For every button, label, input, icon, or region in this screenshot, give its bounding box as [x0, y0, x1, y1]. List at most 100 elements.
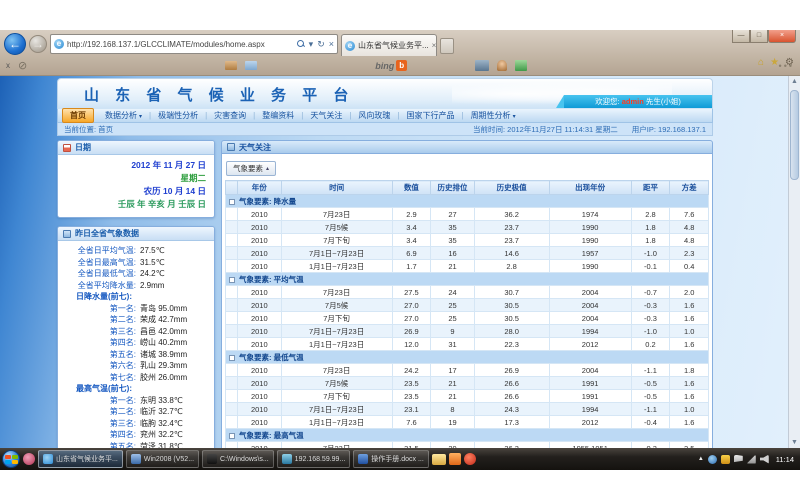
media-player-icon[interactable] [23, 453, 35, 465]
home-icon[interactable]: ⌂ [758, 57, 764, 68]
nav-item-2[interactable]: 极端性分析 [151, 109, 205, 122]
nav-item-5[interactable]: 天气关注 [303, 109, 349, 122]
back-button[interactable]: ← [4, 33, 26, 55]
show-hidden-icons[interactable]: ▲ [698, 456, 704, 462]
search-icon[interactable] [297, 40, 305, 48]
explorer-folder-icon[interactable] [432, 454, 446, 465]
address-bar[interactable]: e http://192.168.137.1/GLCCLIMATE/module… [50, 34, 338, 54]
autocomplete-caret-icon[interactable]: ▾ [309, 39, 314, 50]
toolbar-close-icon[interactable]: x [6, 61, 10, 70]
table-cell: 2010 [238, 247, 281, 260]
network-icon[interactable] [747, 455, 756, 464]
table-cell: 23.7 [474, 221, 549, 234]
table-cell: 1991 [549, 377, 631, 390]
vertical-scrollbar[interactable]: ▲ ▼ [788, 76, 800, 448]
table-checkbox-column [226, 181, 238, 195]
table-cell: 30.5 [474, 299, 549, 312]
update-tray-icon[interactable] [721, 455, 730, 464]
nav-item-3[interactable]: 灾害查询 [207, 109, 253, 122]
minimize-button[interactable]: — [732, 30, 750, 43]
nav-item-4[interactable]: 整编资料 [255, 109, 301, 122]
taskbar-clock[interactable]: 11:14 [773, 455, 794, 464]
new-tab-button[interactable] [440, 38, 454, 54]
table-cell: 21 [431, 390, 474, 403]
nav-item-0[interactable]: 首页 [62, 108, 94, 123]
row-spacer-cell [226, 403, 238, 416]
table-row: 20107月下旬23.52126.61991-0.51.6 [226, 390, 709, 403]
weather-stat-line: 第四名:兖州 32.2℃ [58, 429, 212, 441]
calendar-title: 日期 [75, 142, 91, 153]
refresh-icon[interactable]: ↻ [317, 39, 325, 50]
stat-label: 第七名: [58, 372, 136, 384]
mail-icon[interactable] [245, 61, 257, 70]
taskbar-button-3[interactable]: 192.168.59.99... [277, 450, 351, 468]
table-cell: 7月1日~7月23日 [281, 247, 392, 260]
scroll-up-icon[interactable]: ▲ [791, 78, 798, 85]
taskbar-button-1[interactable]: Win2008 (V52... [126, 450, 199, 468]
taskbar-button-2[interactable]: C:\Windows\s... [202, 450, 274, 468]
group-checkbox[interactable] [229, 433, 235, 439]
forward-button[interactable]: → [29, 35, 47, 53]
maximize-button[interactable]: □ [750, 30, 768, 43]
stat-label: 全省平均降水量: [58, 280, 136, 292]
table-cell: -1.0 [631, 247, 670, 260]
table-cell: 3.4 [392, 234, 431, 247]
blocked-icon[interactable]: ⊘ [18, 59, 27, 72]
table-cell: 2.0 [670, 286, 709, 299]
bing-logo[interactable]: bing b [375, 60, 407, 71]
nav-item-6[interactable]: 风向玫瑰 [351, 109, 397, 122]
table-cell: 1.6 [670, 416, 709, 429]
group-checkbox[interactable] [229, 199, 235, 205]
calendar-weekday: 星期二 [62, 172, 206, 185]
camera-icon[interactable] [475, 60, 489, 71]
table-group-row: 气象要素: 最低气温 [226, 351, 709, 364]
url-text: http://192.168.137.1/GLCCLIMATE/modules/… [67, 40, 265, 49]
scroll-down-icon[interactable]: ▼ [791, 439, 798, 446]
table-cell: 1990 [549, 260, 631, 273]
table-cell: 30.5 [474, 312, 549, 325]
stop-icon[interactable]: × [329, 39, 334, 49]
table-row: 20107月1日~7月23日23.1824.31994-1.11.0 [226, 403, 709, 416]
element-filter-button[interactable]: 气象要素 ▴ [226, 161, 276, 176]
card-icon[interactable] [225, 61, 237, 70]
stat-label: 第五名: [58, 441, 136, 449]
browser-tab[interactable]: e 山东省气候业务平... × [341, 34, 437, 56]
table-header-row: 年份时间数值历史排位历史极值出现年份距平方差 [226, 181, 709, 195]
scrollbar-thumb[interactable] [790, 90, 799, 180]
nav-item-7[interactable]: 国家下行产品 [399, 109, 461, 122]
stat-label: 第四名: [58, 337, 136, 349]
site-header: 山 东 省 气 候 业 务 平 台 欢迎您: admin 先生(小姐) [57, 78, 713, 108]
table-column-header: 历史排位 [431, 181, 474, 195]
browser-app-icon[interactable] [464, 453, 476, 465]
close-button[interactable]: × [768, 30, 796, 43]
settings-gear-icon[interactable]: ⚙ [785, 57, 794, 68]
person-icon[interactable] [497, 60, 507, 71]
globe-tray-icon[interactable] [708, 455, 717, 464]
cmd-icon [207, 454, 217, 464]
orange-app-icon[interactable] [449, 453, 461, 465]
taskbar-button-0[interactable]: 山东省气候业务平... [38, 450, 123, 468]
nav-item-1[interactable]: 数据分析▾ [98, 109, 149, 122]
taskbar-button-4[interactable]: 操作手册.docx ... [353, 450, 429, 468]
table-cell: 2010 [238, 325, 281, 338]
favorites-star-icon[interactable]: ★ [770, 57, 779, 68]
calendar-body: 2012 年 11 月 27 日 星期二 农历 10 月 14 日 壬辰 年 辛… [58, 155, 214, 217]
group-checkbox[interactable] [229, 277, 235, 283]
group-checkbox[interactable] [229, 355, 235, 361]
weather-stat-line: 第一名:青岛 95.0mm [58, 303, 212, 315]
table-cell: 2010 [238, 208, 281, 221]
action-center-flag-icon[interactable] [734, 455, 743, 464]
table-row: 20101月1日~7月23日12.03122.320120.21.6 [226, 338, 709, 351]
puzzle-icon[interactable] [515, 60, 527, 71]
addon-toolbar: x ⊘ bing b ••• [0, 56, 800, 75]
nav-item-8[interactable]: 周期性分析▾ [464, 109, 523, 122]
weather-stat-line: 第四名:崂山 40.2mm [58, 337, 212, 349]
tab-close-icon[interactable]: × [432, 41, 437, 50]
table-cell: 26.9 [474, 364, 549, 377]
main-body: 气象要素 ▴ 年份时间数值历史排位历史极值出现年份距平方差 气象要素: 降水量2… [221, 154, 713, 448]
volume-icon[interactable] [760, 455, 769, 464]
table-cell: 7月5候 [281, 221, 392, 234]
stat-value: 27.5℃ [140, 245, 165, 257]
main-navbar: 首页数据分析▾|极端性分析|灾害查询|整编资料|天气关注|风向玫瑰|国家下行产品… [57, 108, 713, 123]
start-button[interactable] [2, 450, 20, 468]
